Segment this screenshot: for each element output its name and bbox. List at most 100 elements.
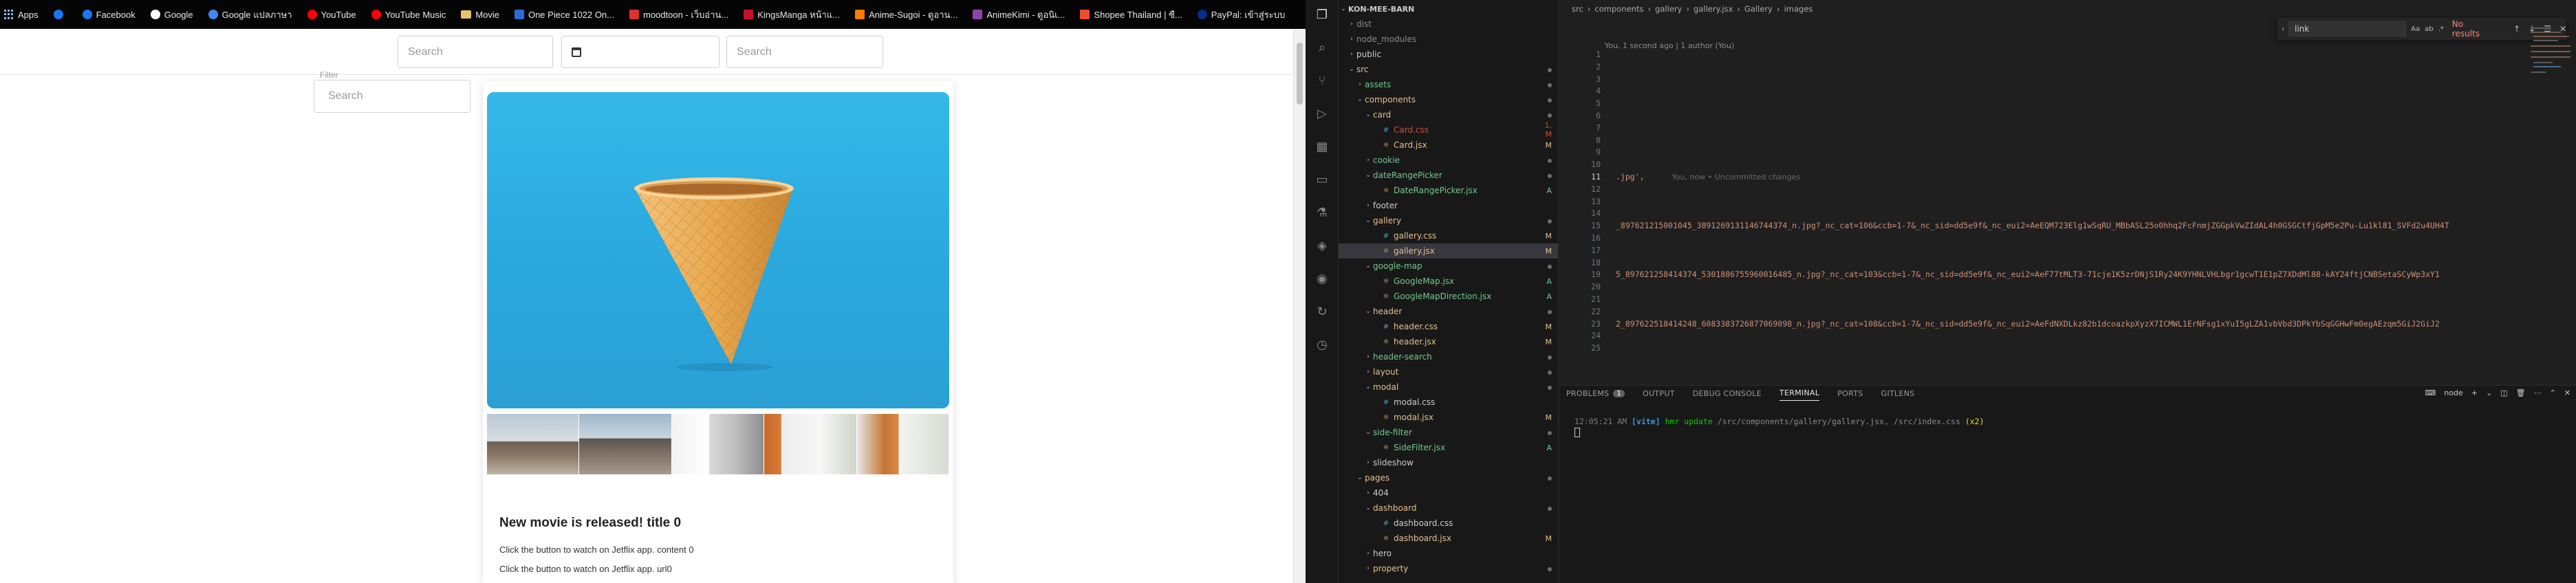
- bookmark-item[interactable]: Facebook: [82, 10, 136, 20]
- extensions-icon[interactable]: ▦: [1314, 139, 1330, 155]
- explorer-file[interactable]: ⚛ modal.jsx M: [1339, 410, 1558, 425]
- terminal-name[interactable]: node: [2444, 388, 2463, 397]
- explorer-file[interactable]: ⚛ Card.jsx M: [1339, 138, 1558, 153]
- add-terminal-icon[interactable]: +: [2471, 388, 2478, 397]
- explorer-folder[interactable]: › footer: [1339, 198, 1558, 213]
- explorer-file[interactable]: ⚛ DateRangePicker.jsx A: [1339, 183, 1558, 198]
- explorer-file[interactable]: # header.css M: [1339, 319, 1558, 334]
- explorer-file[interactable]: # gallery.css M: [1339, 228, 1558, 243]
- match-case-icon[interactable]: Aa: [2411, 25, 2420, 33]
- explorer-folder[interactable]: › cookie: [1339, 153, 1558, 168]
- trash-icon[interactable]: 🗑: [2516, 388, 2526, 397]
- tab-gitlens[interactable]: GITLENS: [1881, 386, 1915, 401]
- side-filter-search-input[interactable]: Search: [314, 80, 470, 113]
- explorer-folder[interactable]: ⌄ src: [1339, 62, 1558, 77]
- gitlens-icon[interactable]: ◉: [1314, 271, 1330, 287]
- run-debug-icon[interactable]: ▷: [1314, 106, 1330, 122]
- source-control-icon[interactable]: ⑂: [1314, 73, 1330, 89]
- bookmark-item[interactable]: YouTube: [307, 10, 356, 20]
- bookmark-item[interactable]: Movie: [461, 10, 499, 20]
- explorer-folder[interactable]: › slideshow: [1339, 455, 1558, 470]
- bookmark-item[interactable]: Apps: [4, 10, 39, 20]
- bookmark-item[interactable]: Google แปลภาษา: [208, 8, 292, 22]
- bookmark-item[interactable]: Shopee Thailand | ซื...: [1080, 8, 1182, 22]
- minimap[interactable]: [2528, 21, 2576, 117]
- explorer-file[interactable]: ⚛ GoogleMap.jsx A: [1339, 274, 1558, 289]
- explorer-folder[interactable]: › property: [1339, 561, 1558, 576]
- maximize-panel-icon[interactable]: ⌃: [2550, 388, 2556, 397]
- gallery-thumbnail[interactable]: [764, 414, 856, 474]
- bookmark-item[interactable]: PayPal: เข้าสู่ระบบ: [1197, 8, 1285, 22]
- page-scrollbar[interactable]: [1293, 29, 1306, 583]
- explorer-folder[interactable]: ⌄ gallery: [1339, 213, 1558, 228]
- bookmark-item[interactable]: One Piece 1022 On...: [514, 10, 614, 20]
- explorer-folder[interactable]: ⌄ components: [1339, 92, 1558, 107]
- split-terminal-icon[interactable]: ◫: [2500, 388, 2507, 397]
- breadcrumb-item[interactable]: gallery.jsx: [1693, 4, 1733, 14]
- explorer-folder[interactable]: ⌄ dashboard: [1339, 500, 1558, 516]
- explorer-folder[interactable]: ⌄ header: [1339, 304, 1558, 319]
- gallery-thumbnail[interactable]: [487, 414, 579, 474]
- gallery-thumbnail[interactable]: [579, 414, 671, 474]
- explorer-folder[interactable]: › 404: [1339, 485, 1558, 500]
- bookmark-item[interactable]: moodtoon - เว็บอ่าน...: [629, 8, 728, 22]
- match-word-icon[interactable]: ab: [2425, 25, 2433, 33]
- explorer-file[interactable]: ⚛ GoogleMapDirection.jsx A: [1339, 289, 1558, 304]
- explorer-file[interactable]: # dashboard.css: [1339, 516, 1558, 531]
- bookmark-item[interactable]: Anime-Sugoi - ดูอาน...: [855, 8, 957, 22]
- arrow-up-icon[interactable]: ↑: [2513, 24, 2520, 34]
- date-range-input[interactable]: [561, 36, 719, 68]
- explorer-folder[interactable]: › assets: [1339, 77, 1558, 92]
- explorer-folder[interactable]: ⌄ dateRangePicker: [1339, 168, 1558, 183]
- explorer-folder[interactable]: ⌄ google-map: [1339, 258, 1558, 274]
- docker-icon[interactable]: ◈: [1314, 238, 1330, 254]
- tab-terminal[interactable]: TERMINAL: [1779, 386, 1820, 401]
- explorer-folder[interactable]: › header-search: [1339, 349, 1558, 364]
- terminal-cursor[interactable]: [1574, 428, 1580, 437]
- bookmark-item[interactable]: YouTube Music: [371, 10, 446, 20]
- page-scrollbar-thumb[interactable]: [1297, 43, 1303, 104]
- header-search-input[interactable]: Search: [398, 36, 553, 68]
- chevron-right-icon[interactable]: ›: [2282, 25, 2284, 33]
- explorer-root-folder[interactable]: ⌄ KON-MEE-BARN: [1339, 1, 1558, 16]
- header-guest-search-input[interactable]: Search: [726, 36, 883, 68]
- search-icon[interactable]: ⌕: [1314, 40, 1330, 56]
- explorer-folder[interactable]: ⌄ side-filter: [1339, 425, 1558, 440]
- more-actions-icon[interactable]: ⋯: [2534, 388, 2542, 397]
- explorer-folder[interactable]: › hero: [1339, 546, 1558, 561]
- testing-icon[interactable]: ⚗: [1314, 205, 1330, 221]
- bookmark-item[interactable]: Google: [150, 10, 193, 20]
- explorer-file[interactable]: # modal.css: [1339, 395, 1558, 410]
- gallery-main-image[interactable]: [487, 92, 949, 408]
- tab-output[interactable]: OUTPUT: [1643, 386, 1675, 401]
- explorer-folder[interactable]: › public: [1339, 47, 1558, 62]
- remote-explorer-icon[interactable]: ▭: [1314, 172, 1330, 188]
- breadcrumb-item[interactable]: Gallery: [1744, 4, 1773, 14]
- live-share-icon[interactable]: ↻: [1314, 304, 1330, 320]
- breadcrumb-item[interactable]: components: [1594, 4, 1643, 14]
- explorer-folder[interactable]: › layout: [1339, 364, 1558, 380]
- explorer-folder[interactable]: ⌄ card: [1339, 107, 1558, 122]
- timeline-icon[interactable]: ◷: [1314, 337, 1330, 353]
- close-icon[interactable]: ✕: [2564, 388, 2570, 397]
- bookmark-item[interactable]: KingsManga หน้าแ...: [744, 8, 840, 22]
- explorer-folder[interactable]: ⌄ pages: [1339, 470, 1558, 485]
- explorer-file[interactable]: ⚛ header.jsx M: [1339, 334, 1558, 349]
- breadcrumb-item[interactable]: gallery: [1655, 4, 1682, 14]
- gallery-thumbnail[interactable]: [671, 414, 764, 474]
- explorer-file[interactable]: ⚛ gallery.jsx M: [1339, 243, 1558, 258]
- explorer-folder[interactable]: ⌄ modal: [1339, 380, 1558, 395]
- regex-icon[interactable]: .*: [2438, 25, 2444, 33]
- explorer-file[interactable]: ⚛ dashboard.jsx M: [1339, 531, 1558, 546]
- tab-ports[interactable]: PORTS: [1837, 386, 1863, 401]
- tab-problems[interactable]: PROBLEMS 1: [1566, 386, 1625, 401]
- explorer-folder[interactable]: › dist: [1339, 16, 1558, 32]
- explorer-file[interactable]: ⚛ SideFilter.jsx A: [1339, 440, 1558, 455]
- explorer-icon[interactable]: ❐: [1314, 7, 1330, 23]
- chevron-down-icon[interactable]: ⌄: [2486, 388, 2492, 397]
- gallery-thumbnail[interactable]: [856, 414, 949, 474]
- bookmark-item[interactable]: [53, 10, 67, 19]
- breadcrumb-item[interactable]: images: [1784, 4, 1813, 14]
- explorer-file[interactable]: # Card.css 1, M: [1339, 121, 1558, 139]
- bookmark-item[interactable]: AnimeKimi - ดูอนิเ...: [973, 8, 1065, 22]
